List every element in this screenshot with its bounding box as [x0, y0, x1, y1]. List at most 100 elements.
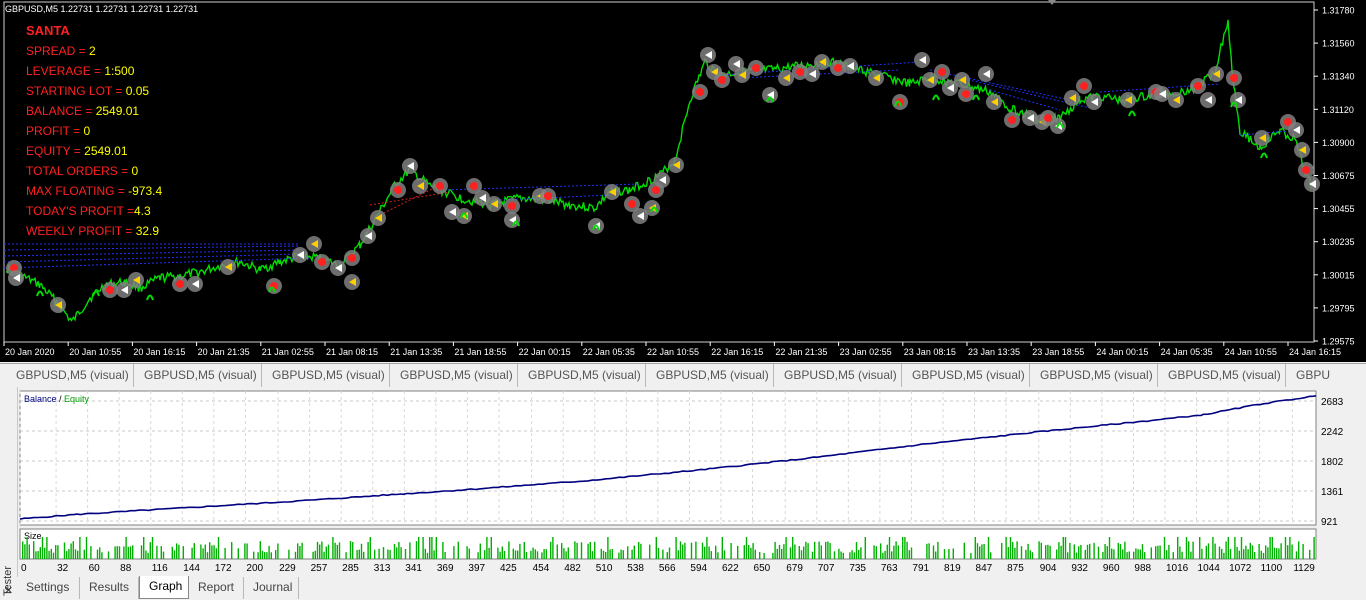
size-bar — [55, 545, 57, 559]
trade-marker — [1076, 78, 1092, 94]
size-bar — [1238, 550, 1240, 559]
ea-row-label: TOTAL ORDERS = — [26, 164, 131, 178]
chart-tab[interactable]: GBPUSD,M5 (visual) — [518, 364, 646, 387]
size-bar — [622, 550, 624, 559]
price-tick-label: 1.31340 — [1322, 72, 1355, 82]
x-tick-label: 847 — [976, 563, 993, 574]
size-bar — [1040, 542, 1042, 559]
size-bar — [543, 549, 545, 559]
size-bar — [545, 549, 547, 559]
x-tick-label: 313 — [374, 563, 391, 574]
size-bar — [807, 543, 809, 559]
size-bar — [57, 545, 59, 559]
size-bar — [1014, 547, 1016, 559]
size-bar — [501, 546, 503, 559]
sell-arrow-icon — [544, 192, 552, 200]
size-bar — [908, 550, 910, 559]
size-bar — [213, 545, 215, 559]
chart-tab[interactable]: GBPUSD,M5 (visual) — [6, 364, 134, 387]
x-tick-label: 1129 — [1293, 563, 1315, 574]
chart-tab[interactable]: GBPUSD,M5 (visual) — [902, 364, 1030, 387]
tab-settings[interactable]: Settings — [17, 577, 80, 599]
size-bar — [231, 542, 233, 559]
y-tick-label: 2683 — [1321, 397, 1344, 408]
size-bar — [217, 537, 220, 559]
size-bar — [943, 549, 946, 559]
size-bar — [1159, 545, 1161, 559]
size-bar — [1144, 552, 1146, 559]
time-tick-label: 24 Jan 10:55 — [1225, 347, 1277, 357]
legend-balance: Balance — [24, 394, 57, 404]
price-line — [5, 19, 1313, 322]
size-bar — [127, 546, 129, 559]
size-bar — [206, 552, 209, 559]
chart-tab[interactable]: GBPUSD,M5 (visual) — [1158, 364, 1286, 387]
x-tick-label: 650 — [754, 563, 771, 574]
size-bar — [1262, 552, 1265, 559]
size-bar — [393, 544, 396, 559]
buy-arrow-icon — [932, 94, 940, 101]
trade-marker — [128, 272, 144, 288]
sell-arrow-icon — [696, 88, 704, 96]
size-bar — [631, 549, 633, 559]
size-bar — [1027, 543, 1029, 559]
size-bar — [567, 547, 569, 559]
size-bar — [336, 544, 338, 559]
size-bar — [928, 543, 930, 559]
size-bar — [244, 543, 246, 559]
chart-tab[interactable]: GBPUSD,M5 (visual) — [134, 364, 262, 387]
ea-row: TOTAL ORDERS = 0 — [26, 164, 138, 178]
trade-marker — [486, 196, 502, 212]
size-bar — [1102, 551, 1104, 559]
size-bar — [638, 542, 640, 559]
size-bar — [270, 552, 272, 559]
size-bar — [488, 547, 490, 559]
sell-arrow-icon — [718, 76, 726, 84]
chart-tab[interactable]: GBPUSD,M5 (visual) — [774, 364, 902, 387]
size-bar — [776, 548, 778, 559]
ea-row-value: 1:500 — [104, 64, 134, 78]
trade-marker — [390, 182, 406, 198]
size-bar — [1199, 537, 1201, 559]
size-bar — [1284, 537, 1287, 559]
price-chart[interactable]: GBPUSD,M5 1.22731 1.22731 1.22731 1.2273… — [0, 0, 1366, 362]
size-bar — [1225, 541, 1227, 559]
time-tick-label: 22 Jan 21:35 — [775, 347, 827, 357]
size-bar — [99, 547, 101, 559]
size-bar — [367, 542, 369, 559]
size-bar — [895, 541, 897, 559]
size-bar — [398, 542, 400, 559]
size-bar — [811, 551, 814, 559]
size-bar — [587, 543, 589, 559]
ea-row: SPREAD = 2 — [26, 44, 96, 58]
size-bar — [1064, 537, 1067, 559]
chart-tab[interactable]: GBPUSD,M5 (visual) — [646, 364, 774, 387]
size-bar — [477, 552, 479, 559]
size-bar — [424, 548, 426, 559]
x-tick-label: 932 — [1071, 563, 1088, 574]
trade-marker — [1154, 86, 1170, 102]
chart-tab[interactable]: GBPUSD,M5 (visual) — [390, 364, 518, 387]
size-bar — [503, 551, 506, 559]
size-bar — [785, 537, 787, 559]
ea-name: SANTA — [26, 23, 70, 38]
size-bar — [1280, 543, 1282, 559]
tab-results[interactable]: Results — [80, 577, 139, 599]
x-tick-label: 819 — [944, 563, 961, 574]
size-bar — [118, 546, 121, 559]
size-bar — [1128, 551, 1130, 559]
chart-tab[interactable]: GBPU — [1286, 364, 1366, 387]
tab-report[interactable]: Report — [189, 577, 244, 599]
chart-tab[interactable]: GBPUSD,M5 (visual) — [262, 364, 390, 387]
size-bar — [457, 541, 459, 559]
tab-journal[interactable]: Journal — [244, 577, 299, 599]
chart-tab[interactable]: GBPUSD,M5 (visual) — [1030, 364, 1158, 387]
size-bar — [345, 552, 347, 559]
x-tick-label: 791 — [912, 563, 929, 574]
size-bar — [1295, 551, 1298, 559]
ea-row-label: WEEKLY PROFIT = — [26, 224, 136, 238]
size-bar — [517, 550, 519, 559]
ea-row-value: -973.4 — [128, 184, 162, 198]
tab-graph[interactable]: Graph — [139, 576, 189, 599]
size-bar — [1245, 545, 1247, 559]
